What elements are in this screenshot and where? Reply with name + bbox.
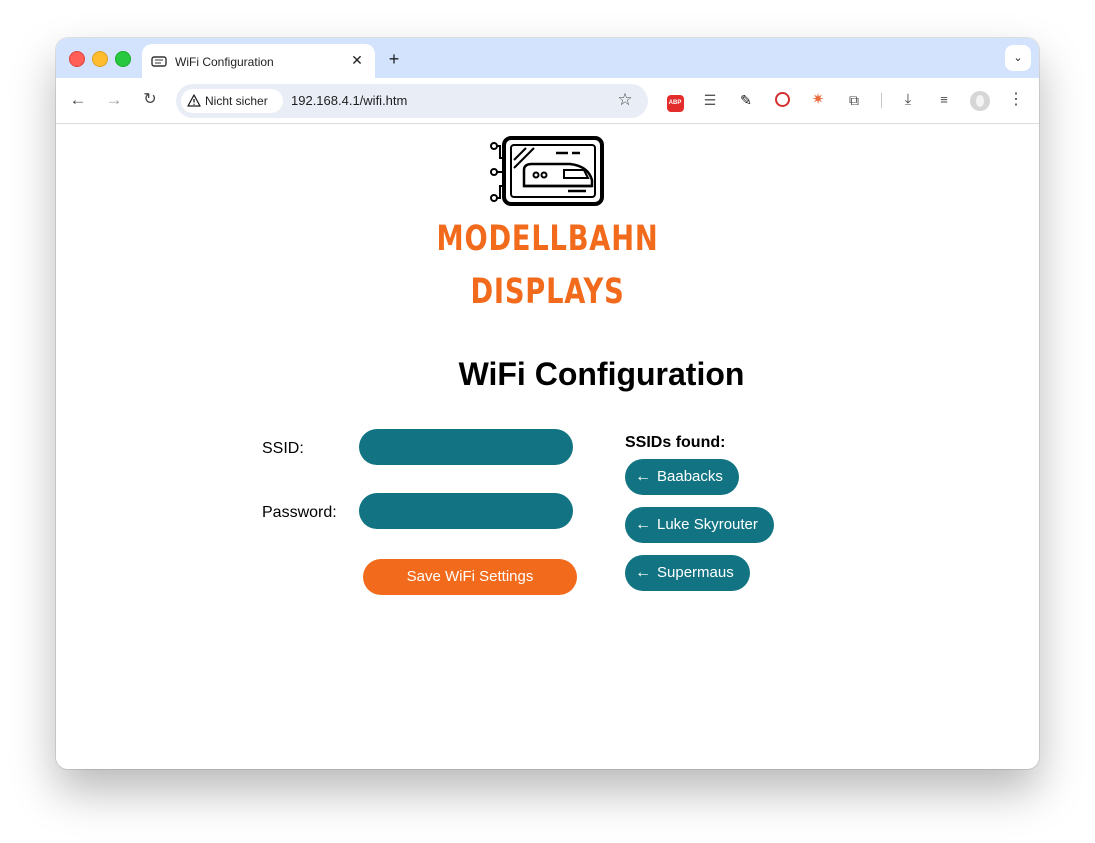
no-entry-icon[interactable] (772, 90, 792, 110)
back-arrow-icon[interactable]: ← (67, 89, 89, 111)
kebab-menu-icon[interactable]: ⋮ (1006, 90, 1026, 110)
tab-close-icon[interactable]: ✕ (347, 50, 367, 70)
password-label: Password: (262, 504, 337, 521)
tab-bar: WiFi Configuration ✕ + ⌄ (56, 38, 1039, 78)
ssid-option-label: Supermaus (657, 564, 734, 581)
reload-icon[interactable]: ↻ (139, 89, 161, 111)
tab-title: WiFi Configuration (175, 55, 274, 69)
security-chip[interactable]: Nicht sicher (181, 89, 283, 113)
display-favicon-icon (151, 56, 167, 67)
browser-window: WiFi Configuration ✕ + ⌄ ← → ↻ Nicht sic… (56, 38, 1039, 769)
password-input[interactable] (359, 493, 573, 529)
puzzle-icon[interactable]: ⧉ (844, 90, 864, 110)
bookmark-star-icon[interactable]: ☆ (615, 90, 635, 110)
arrow-left-icon: ← (635, 564, 651, 581)
tab-active[interactable]: WiFi Configuration ✕ (142, 44, 375, 78)
lines-icon[interactable]: ☰ (700, 90, 720, 110)
save-wifi-settings-button[interactable]: Save WiFi Settings (363, 559, 577, 595)
browser-toolbar: ← → ↻ Nicht sicher 192.168.4.1/wifi.htm … (56, 78, 1039, 124)
warning-triangle-icon (187, 94, 201, 107)
ssid-option-button[interactable]: ← Baabacks (625, 459, 739, 495)
arrow-left-icon: ← (635, 468, 651, 485)
brand-name-line2: DISPLAYS (470, 272, 625, 312)
download-icon[interactable]: ⤓ (898, 90, 918, 110)
address-bar[interactable]: Nicht sicher 192.168.4.1/wifi.htm ☆ (176, 84, 648, 118)
burst-icon[interactable]: ✷ (808, 90, 828, 110)
ssids-found-heading: SSIDs found: (625, 434, 726, 451)
eyedropper-icon[interactable]: ✎ (736, 90, 756, 110)
ssid-option-label: Baabacks (657, 468, 723, 485)
security-label: Nicht sicher (205, 94, 268, 108)
ssid-option-button[interactable]: ← Supermaus (625, 555, 750, 591)
ssid-input[interactable] (359, 429, 573, 465)
maximize-window-button[interactable] (115, 51, 131, 67)
new-tab-button[interactable]: + (383, 48, 405, 70)
profile-avatar[interactable] (970, 91, 990, 111)
forward-arrow-icon[interactable]: → (103, 89, 125, 111)
train-display-logo-icon (490, 136, 604, 206)
close-window-button[interactable] (69, 51, 85, 67)
abp-icon[interactable]: ABP (665, 90, 685, 112)
toolbar-divider (881, 93, 882, 108)
arrow-left-icon: ← (635, 516, 651, 533)
page-title: WiFi Configuration (458, 356, 745, 392)
abp-label: ABP (666, 95, 684, 112)
tab-search-button[interactable]: ⌄ (1005, 45, 1031, 71)
brand-name-line1: MODELLBAHN (436, 219, 659, 259)
ssid-label: SSID: (262, 440, 304, 457)
url-text[interactable]: 192.168.4.1/wifi.htm (291, 93, 407, 108)
queue-music-icon[interactable]: ≡ (934, 90, 954, 110)
minimize-window-button[interactable] (92, 51, 108, 67)
ssid-option-label: Luke Skyrouter (657, 516, 758, 533)
ssid-option-button[interactable]: ← Luke Skyrouter (625, 507, 774, 543)
page-content: MODELLBAHN DISPLAYS WiFi Configuration S… (56, 124, 1039, 769)
